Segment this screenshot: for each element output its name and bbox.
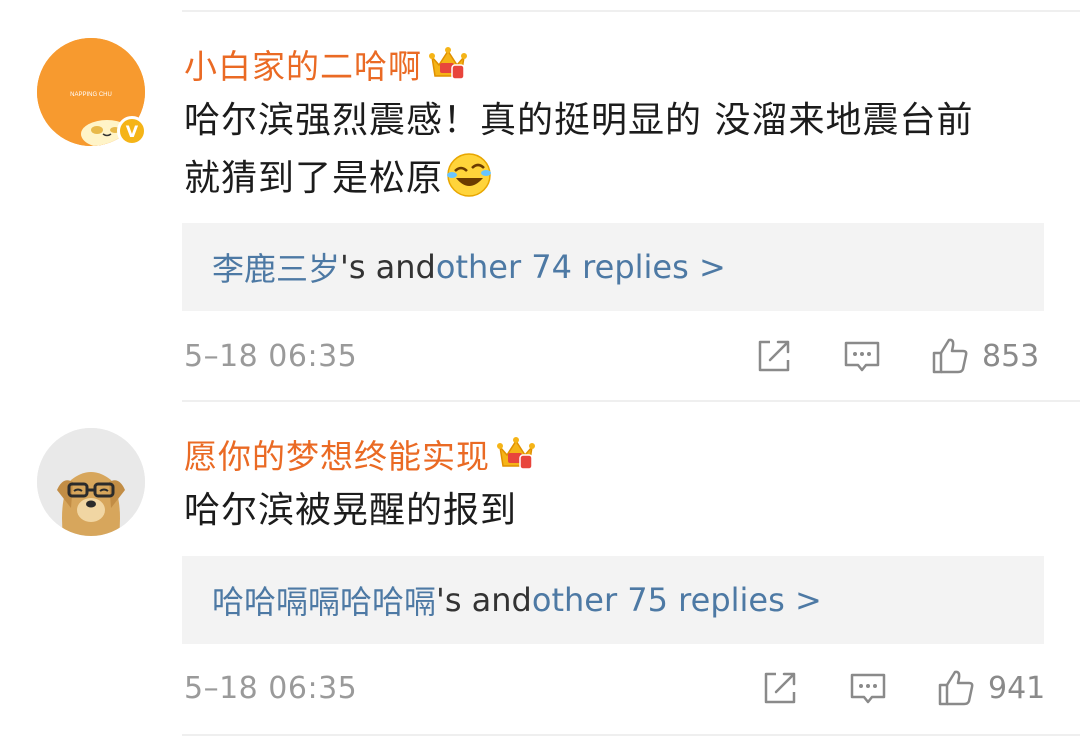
replies-connector: 's and (340, 248, 436, 286)
thumbs-up-icon (932, 338, 968, 374)
share-icon[interactable] (754, 336, 794, 376)
replies-connector: 's and (436, 581, 532, 619)
comment-icon[interactable] (842, 336, 882, 376)
bottom-divider (182, 734, 1080, 736)
like-button[interactable]: 941 (936, 664, 1045, 712)
like-count: 941 (988, 670, 1046, 706)
avatar[interactable] (37, 428, 145, 536)
username-row: 愿你的梦想终能实现 (184, 430, 536, 478)
comment-text: 哈尔滨被晃醒的报到 (184, 482, 1044, 540)
comment-text-line-1: 哈尔滨被晃醒的报到 (184, 490, 518, 531)
share-icon[interactable] (760, 668, 800, 708)
comment-text: 哈尔滨强烈震感！真的挺明显的 没溜来地震台前 就猜到了是松原 (184, 92, 1044, 208)
comment-meta-row: 5–18 06:35 853 (184, 332, 1044, 380)
verified-badge-label: V (125, 121, 139, 141)
comment-meta-row: 5–18 06:35 941 (184, 664, 1045, 712)
more-replies-link[interactable]: other 75 replies > (532, 581, 822, 619)
avatar-text: NAPPING CHU (70, 92, 112, 98)
comment-text-line-1: 哈尔滨强烈震感！真的挺明显的 没溜来地震台前 (184, 100, 974, 141)
replies-preview[interactable]: 李鹿三岁's and other 74 replies > (182, 223, 1044, 311)
avatar-2-image (37, 428, 145, 536)
like-count: 853 (982, 338, 1040, 374)
replies-preview[interactable]: 哈哈嗝嗝哈哈嗝's and other 75 replies > (182, 556, 1044, 644)
comment-divider (182, 400, 1080, 402)
username-row: 小白家的二哈啊 (184, 40, 468, 88)
first-replier-link[interactable]: 李鹿三岁 (212, 244, 340, 290)
username[interactable]: 愿你的梦想终能实现 (184, 430, 490, 478)
verified-badge: V (117, 116, 147, 146)
thumbs-up-icon (938, 670, 974, 706)
vip-crown-icon (497, 437, 535, 470)
avatar-1-wrapper[interactable]: NAPPING CHU V (37, 38, 149, 150)
timestamp: 5–18 06:35 (184, 670, 358, 706)
username[interactable]: 小白家的二哈啊 (184, 40, 422, 88)
timestamp: 5–18 06:35 (184, 338, 358, 374)
comment-text-line-2: 就猜到了是松原 (184, 158, 444, 199)
vip-crown-icon (429, 47, 467, 80)
laughing-crying-emoji-icon (447, 153, 492, 197)
more-replies-link[interactable]: other 74 replies > (436, 248, 726, 286)
first-replier-link[interactable]: 哈哈嗝嗝哈哈嗝 (212, 577, 436, 623)
comment-text-line-2-row: 就猜到了是松原 (184, 150, 1044, 208)
comment-icon[interactable] (848, 668, 888, 708)
like-button[interactable]: 853 (930, 332, 1039, 380)
top-divider (182, 10, 1080, 12)
